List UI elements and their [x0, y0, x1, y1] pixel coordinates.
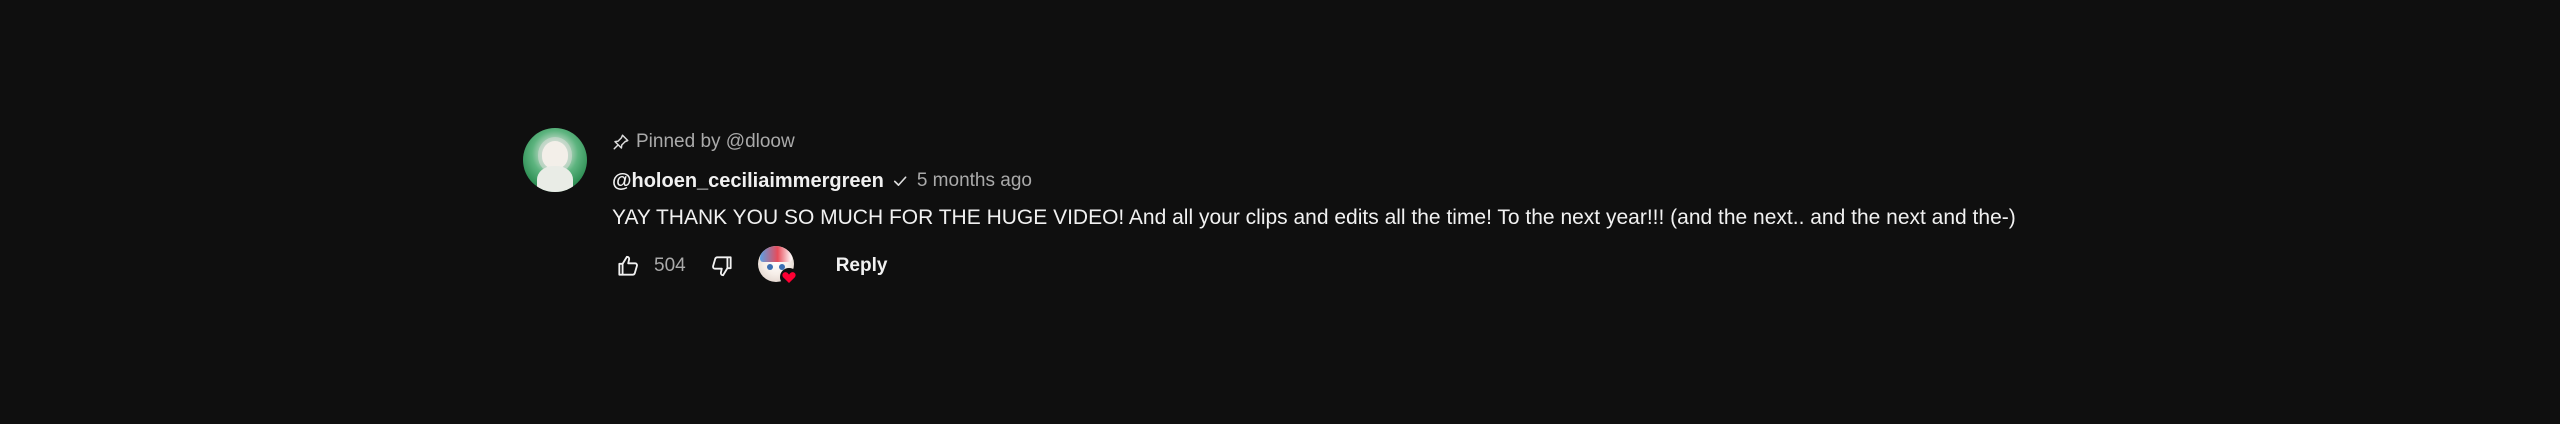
author-name[interactable]: @holoen_ceciliaimmergreen [612, 170, 884, 193]
comment-timestamp[interactable]: 5 months ago [917, 170, 1032, 192]
thumbs-down-icon [711, 256, 732, 277]
check-icon [891, 172, 909, 190]
comment-thread: Pinned by @dloow @holoen_ceciliaimmergre… [523, 128, 2016, 287]
author-avatar[interactable] [523, 128, 587, 192]
pinned-badge: Pinned by @dloow [612, 128, 2016, 156]
pinned-label: Pinned by @dloow [636, 131, 795, 152]
comment-text: YAY THANK YOU SO MUCH FOR THE HUGE VIDEO… [612, 206, 2016, 229]
pin-icon [612, 133, 630, 151]
comment-actions: 504 Reply [612, 245, 2016, 287]
thumbs-up-icon [618, 255, 638, 276]
comment-header: @holoen_ceciliaimmergreen 5 months ago [612, 168, 2016, 194]
avatar-face [542, 141, 568, 169]
creator-heart-badge[interactable] [757, 246, 798, 286]
like-count: 504 [654, 255, 686, 276]
avatar-body [537, 166, 573, 192]
like-button[interactable] [612, 250, 644, 282]
comment-content: Pinned by @dloow @holoen_ceciliaimmergre… [612, 128, 2016, 287]
heart-icon [779, 268, 798, 286]
reply-button[interactable]: Reply [836, 247, 888, 285]
dislike-button[interactable] [706, 250, 738, 282]
